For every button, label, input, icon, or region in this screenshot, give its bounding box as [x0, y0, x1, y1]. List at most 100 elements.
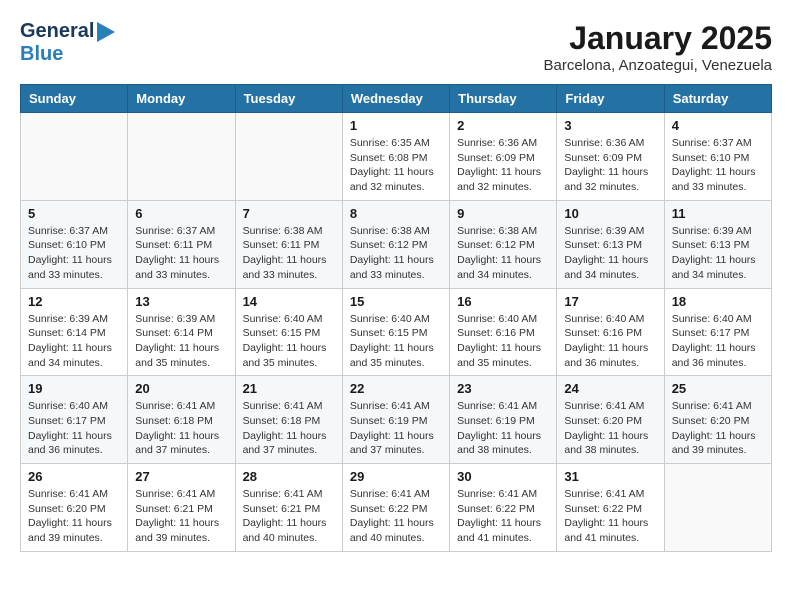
day-number: 15 — [350, 294, 442, 309]
day-number: 26 — [28, 469, 120, 484]
calendar-cell — [664, 464, 771, 552]
logo-general: General — [20, 20, 94, 43]
day-number: 28 — [243, 469, 335, 484]
calendar-cell — [235, 113, 342, 201]
calendar-cell: 11 Sunrise: 6:39 AM Sunset: 6:13 PM Dayli… — [664, 200, 771, 288]
day-info: Sunrise: 6:41 AM Sunset: 6:18 PM Dayligh… — [243, 399, 335, 458]
day-number: 25 — [672, 381, 764, 396]
calendar-cell: 12 Sunrise: 6:39 AM Sunset: 6:14 PM Dayli… — [21, 288, 128, 376]
day-number: 3 — [564, 118, 656, 133]
day-number: 23 — [457, 381, 549, 396]
day-info: Sunrise: 6:41 AM Sunset: 6:22 PM Dayligh… — [564, 487, 656, 546]
day-number: 11 — [672, 206, 764, 221]
day-number: 16 — [457, 294, 549, 309]
calendar-cell — [128, 113, 235, 201]
page-header: General Blue January 2025 Barcelona, Anz… — [20, 20, 772, 74]
month-title: January 2025 — [543, 20, 772, 57]
day-number: 4 — [672, 118, 764, 133]
day-number: 2 — [457, 118, 549, 133]
calendar-cell: 5 Sunrise: 6:37 AM Sunset: 6:10 PM Daylig… — [21, 200, 128, 288]
day-number: 21 — [243, 381, 335, 396]
calendar-cell: 2 Sunrise: 6:36 AM Sunset: 6:09 PM Daylig… — [450, 113, 557, 201]
day-info: Sunrise: 6:40 AM Sunset: 6:16 PM Dayligh… — [457, 312, 549, 371]
day-info: Sunrise: 6:36 AM Sunset: 6:09 PM Dayligh… — [564, 136, 656, 195]
calendar-cell: 19 Sunrise: 6:40 AM Sunset: 6:17 PM Dayli… — [21, 376, 128, 464]
day-info: Sunrise: 6:41 AM Sunset: 6:20 PM Dayligh… — [564, 399, 656, 458]
logo: General Blue — [20, 20, 115, 66]
calendar-cell: 18Sunrise: 6:40 AM Sunset: 6:17 PM Dayli… — [664, 288, 771, 376]
day-info: Sunrise: 6:38 AM Sunset: 6:12 PM Dayligh… — [457, 224, 549, 283]
day-info: Sunrise: 6:41 AM Sunset: 6:18 PM Dayligh… — [135, 399, 227, 458]
day-number: 14 — [243, 294, 335, 309]
day-number: 20 — [135, 381, 227, 396]
calendar-cell: 24 Sunrise: 6:41 AM Sunset: 6:20 PM Dayli… — [557, 376, 664, 464]
col-wednesday: Wednesday — [342, 85, 449, 113]
day-info: Sunrise: 6:37 AM Sunset: 6:10 PM Dayligh… — [672, 136, 764, 195]
col-saturday: Saturday — [664, 85, 771, 113]
calendar-cell: 6Sunrise: 6:37 AM Sunset: 6:11 PM Daylig… — [128, 200, 235, 288]
col-tuesday: Tuesday — [235, 85, 342, 113]
day-info: Sunrise: 6:39 AM Sunset: 6:13 PM Dayligh… — [564, 224, 656, 283]
day-number: 22 — [350, 381, 442, 396]
day-info: Sunrise: 6:37 AM Sunset: 6:10 PM Dayligh… — [28, 224, 120, 283]
day-number: 8 — [350, 206, 442, 221]
calendar-cell: 9Sunrise: 6:38 AM Sunset: 6:12 PM Daylig… — [450, 200, 557, 288]
day-number: 13 — [135, 294, 227, 309]
calendar-cell: 22Sunrise: 6:41 AM Sunset: 6:19 PM Dayli… — [342, 376, 449, 464]
title-block: January 2025 Barcelona, Anzoategui, Vene… — [543, 20, 772, 74]
day-info: Sunrise: 6:39 AM Sunset: 6:14 PM Dayligh… — [28, 312, 120, 371]
day-info: Sunrise: 6:35 AM Sunset: 6:08 PM Dayligh… — [350, 136, 442, 195]
day-info: Sunrise: 6:38 AM Sunset: 6:11 PM Dayligh… — [243, 224, 335, 283]
day-number: 5 — [28, 206, 120, 221]
calendar-cell: 3 Sunrise: 6:36 AM Sunset: 6:09 PM Daylig… — [557, 113, 664, 201]
calendar-week-row: 1 Sunrise: 6:35 AM Sunset: 6:08 PM Daylig… — [21, 113, 772, 201]
calendar-week-row: 26 Sunrise: 6:41 AM Sunset: 6:20 PM Dayli… — [21, 464, 772, 552]
calendar-cell — [21, 113, 128, 201]
day-number: 10 — [564, 206, 656, 221]
calendar-cell: 14 Sunrise: 6:40 AM Sunset: 6:15 PM Dayli… — [235, 288, 342, 376]
day-number: 7 — [243, 206, 335, 221]
calendar-cell: 20 Sunrise: 6:41 AM Sunset: 6:18 PM Dayli… — [128, 376, 235, 464]
day-info: Sunrise: 6:41 AM Sunset: 6:22 PM Dayligh… — [457, 487, 549, 546]
col-sunday: Sunday — [21, 85, 128, 113]
calendar-cell: 1 Sunrise: 6:35 AM Sunset: 6:08 PM Daylig… — [342, 113, 449, 201]
day-number: 12 — [28, 294, 120, 309]
calendar-cell: 7 Sunrise: 6:38 AM Sunset: 6:11 PM Daylig… — [235, 200, 342, 288]
calendar-cell: 4 Sunrise: 6:37 AM Sunset: 6:10 PM Daylig… — [664, 113, 771, 201]
day-number: 24 — [564, 381, 656, 396]
day-number: 17 — [564, 294, 656, 309]
calendar-cell: 30Sunrise: 6:41 AM Sunset: 6:22 PM Dayli… — [450, 464, 557, 552]
day-info: Sunrise: 6:40 AM Sunset: 6:15 PM Dayligh… — [243, 312, 335, 371]
location: Barcelona, Anzoategui, Venezuela — [543, 57, 772, 74]
logo-arrow-icon — [97, 22, 115, 42]
calendar-cell: 17 Sunrise: 6:40 AM Sunset: 6:16 PM Dayli… — [557, 288, 664, 376]
logo-blue: Blue — [20, 43, 63, 65]
day-info: Sunrise: 6:40 AM Sunset: 6:15 PM Dayligh… — [350, 312, 442, 371]
calendar-week-row: 19 Sunrise: 6:40 AM Sunset: 6:17 PM Dayli… — [21, 376, 772, 464]
day-info: Sunrise: 6:41 AM Sunset: 6:21 PM Dayligh… — [135, 487, 227, 546]
calendar-cell: 8 Sunrise: 6:38 AM Sunset: 6:12 PM Daylig… — [342, 200, 449, 288]
col-friday: Friday — [557, 85, 664, 113]
calendar-week-row: 12 Sunrise: 6:39 AM Sunset: 6:14 PM Dayli… — [21, 288, 772, 376]
calendar-cell: 13Sunrise: 6:39 AM Sunset: 6:14 PM Dayli… — [128, 288, 235, 376]
day-info: Sunrise: 6:37 AM Sunset: 6:11 PM Dayligh… — [135, 224, 227, 283]
day-info: Sunrise: 6:40 AM Sunset: 6:17 PM Dayligh… — [28, 399, 120, 458]
day-info: Sunrise: 6:40 AM Sunset: 6:17 PM Dayligh… — [672, 312, 764, 371]
calendar-cell: 10 Sunrise: 6:39 AM Sunset: 6:13 PM Dayli… — [557, 200, 664, 288]
day-info: Sunrise: 6:41 AM Sunset: 6:19 PM Dayligh… — [457, 399, 549, 458]
day-info: Sunrise: 6:41 AM Sunset: 6:21 PM Dayligh… — [243, 487, 335, 546]
day-number: 1 — [350, 118, 442, 133]
day-number: 19 — [28, 381, 120, 396]
day-info: Sunrise: 6:41 AM Sunset: 6:22 PM Dayligh… — [350, 487, 442, 546]
calendar-cell: 21 Sunrise: 6:41 AM Sunset: 6:18 PM Dayli… — [235, 376, 342, 464]
day-info: Sunrise: 6:40 AM Sunset: 6:16 PM Dayligh… — [564, 312, 656, 371]
calendar-cell: 27 Sunrise: 6:41 AM Sunset: 6:21 PM Dayli… — [128, 464, 235, 552]
col-monday: Monday — [128, 85, 235, 113]
day-info: Sunrise: 6:41 AM Sunset: 6:20 PM Dayligh… — [28, 487, 120, 546]
day-info: Sunrise: 6:39 AM Sunset: 6:13 PM Dayligh… — [672, 224, 764, 283]
calendar-cell: 16 Sunrise: 6:40 AM Sunset: 6:16 PM Dayli… — [450, 288, 557, 376]
day-info: Sunrise: 6:36 AM Sunset: 6:09 PM Dayligh… — [457, 136, 549, 195]
calendar-cell: 23 Sunrise: 6:41 AM Sunset: 6:19 PM Dayli… — [450, 376, 557, 464]
day-number: 27 — [135, 469, 227, 484]
day-info: Sunrise: 6:38 AM Sunset: 6:12 PM Dayligh… — [350, 224, 442, 283]
